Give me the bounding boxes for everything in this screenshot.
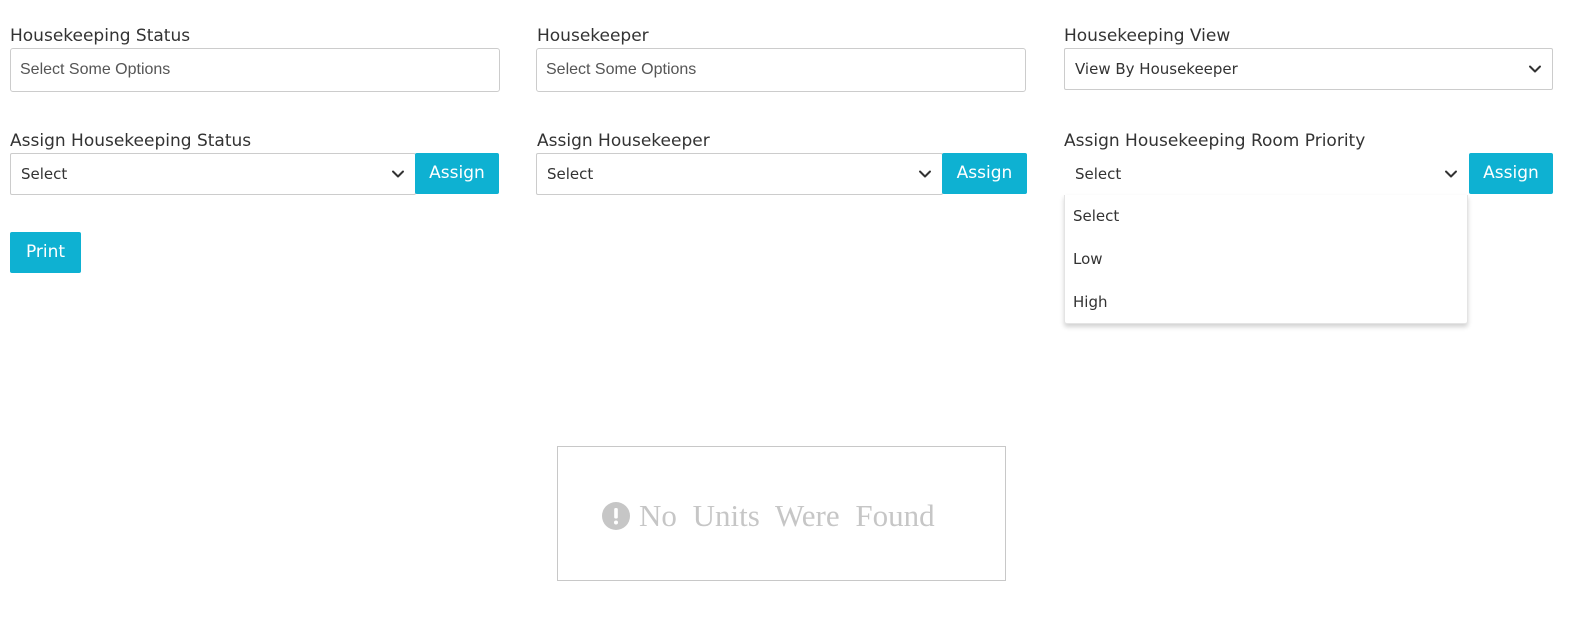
chevron-down-icon <box>919 170 931 178</box>
chevron-down-icon <box>392 170 404 178</box>
dropdown-option-select[interactable]: Select <box>1073 207 1119 225</box>
room-priority-dropdown-menu: Select Low High <box>1064 195 1468 324</box>
housekeeping-view-value: View By Housekeeper <box>1075 60 1238 78</box>
housekeeping-status-label: Housekeeping Status <box>10 26 191 46</box>
empty-state-message: No Units Were Found <box>639 498 935 533</box>
dropdown-option-low[interactable]: Low <box>1073 250 1103 268</box>
housekeeping-view-label: Housekeeping View <box>1064 26 1231 46</box>
housekeeper-label: Housekeeper <box>537 26 649 46</box>
housekeeping-status-multiselect[interactable]: Select Some Options <box>10 48 500 92</box>
assign-status-button[interactable]: Assign <box>415 153 499 194</box>
chevron-down-icon <box>1445 170 1457 178</box>
empty-state-content: No Units Were Found <box>602 498 935 534</box>
housekeeping-view-select[interactable]: View By Housekeeper <box>1064 48 1553 90</box>
assign-housekeeper-label: Assign Housekeeper <box>537 131 710 151</box>
assign-housekeeping-status-value: Select <box>21 165 68 183</box>
empty-state-panel: No Units Were Found <box>557 446 1006 581</box>
assign-room-priority-label: Assign Housekeeping Room Priority <box>1064 131 1366 151</box>
assign-housekeeping-status-label: Assign Housekeeping Status <box>10 131 252 151</box>
assign-housekeeper-select[interactable]: Select <box>536 153 943 195</box>
exclamation-circle-icon <box>602 502 630 530</box>
print-button[interactable]: Print <box>10 232 81 273</box>
assign-housekeeping-status-select[interactable]: Select <box>10 153 416 195</box>
housekeeping-status-placeholder: Select Some Options <box>20 61 171 78</box>
dropdown-option-high[interactable]: High <box>1073 293 1107 311</box>
chevron-down-icon <box>1529 65 1541 73</box>
assign-housekeeper-button[interactable]: Assign <box>942 153 1027 194</box>
housekeeping-page: Housekeeping Status Select Some Options … <box>0 0 1570 619</box>
assign-room-priority-value: Select <box>1075 165 1122 183</box>
assign-room-priority-select[interactable]: Select <box>1064 153 1469 195</box>
assign-room-priority-button[interactable]: Assign <box>1469 153 1553 194</box>
housekeeper-placeholder: Select Some Options <box>546 61 697 78</box>
assign-housekeeper-value: Select <box>547 165 594 183</box>
housekeeper-multiselect[interactable]: Select Some Options <box>536 48 1026 92</box>
